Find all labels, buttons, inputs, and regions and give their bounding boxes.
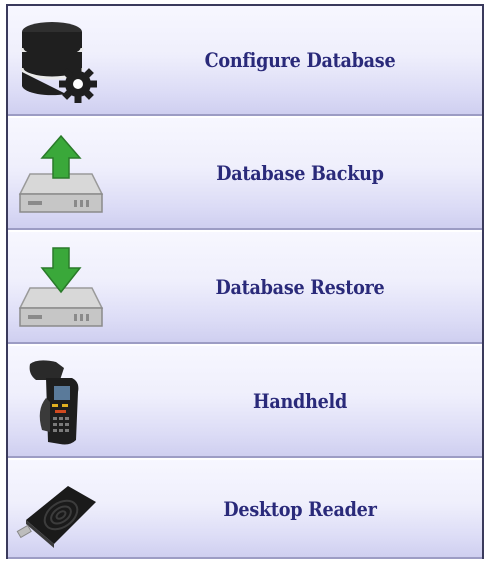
drive-download-icon (16, 244, 106, 332)
menu-item-database-backup[interactable]: Database Backup (8, 118, 482, 230)
menu-item-handheld[interactable]: Handheld (8, 346, 482, 458)
menu-item-label: Desktop Reader (223, 496, 377, 521)
menu-item-label: Configure Database (204, 48, 396, 72)
database-gear-icon (16, 18, 106, 106)
handheld-scanner-icon (16, 358, 106, 446)
menu-item-desktop-reader[interactable]: Desktop Reader (8, 460, 482, 559)
drive-upload-icon (16, 130, 106, 218)
menu-item-database-restore[interactable]: Database Restore (8, 232, 482, 344)
settings-menu: Configure Database Database Backup Datab… (6, 4, 484, 559)
desktop-reader-icon (16, 468, 106, 556)
menu-item-label: Database Restore (215, 275, 385, 299)
menu-item-configure-database[interactable]: Configure Database (8, 4, 482, 116)
menu-item-label: Database Backup (216, 161, 384, 185)
menu-item-label: Handheld (252, 389, 348, 413)
